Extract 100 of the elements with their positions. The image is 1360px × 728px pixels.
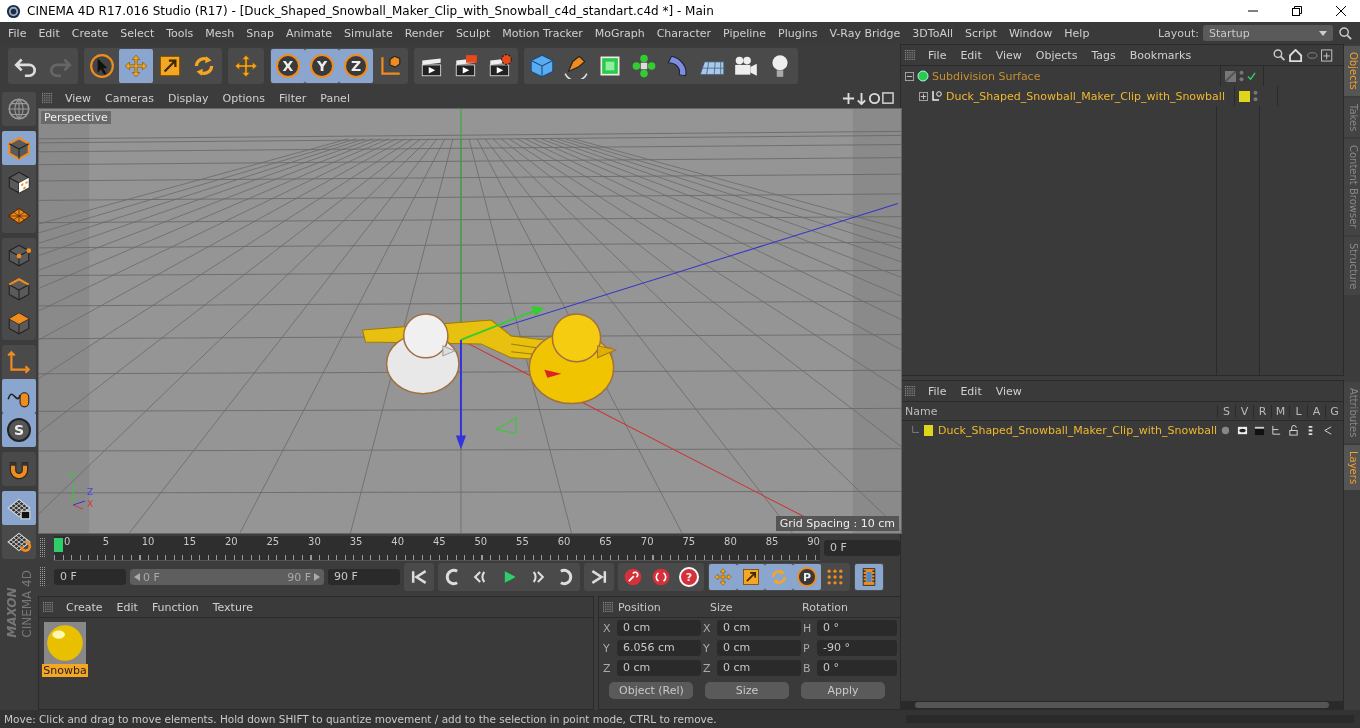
menu-item[interactable]: Function [145,599,205,615]
menu-item[interactable]: Character [650,24,717,42]
menu-item[interactable]: View [989,383,1028,399]
column-header[interactable]: V [1235,404,1253,418]
menu-item[interactable]: Pipeline [717,24,773,42]
maximize-icon[interactable] [1292,6,1302,16]
menu-item[interactable]: Edit [954,383,988,399]
menu-item[interactable]: View [59,90,98,106]
menu-item[interactable]: Panel [314,90,356,106]
axis-lock-button[interactable]: X [271,49,305,83]
menu-item[interactable]: Bookmarks [1123,47,1198,63]
tweak-button[interactable] [2,379,36,413]
column-header[interactable]: G [1325,404,1343,418]
menu-item[interactable]: Tools [160,24,200,42]
right-arrow-icon[interactable] [314,573,320,581]
menu-item[interactable]: Window [1002,24,1059,42]
menu-item[interactable]: Edit [954,47,988,63]
menu-item[interactable]: Edit [110,599,144,615]
menu-item[interactable]: Render [398,24,450,42]
column-header[interactable]: R [1253,404,1271,418]
menu-item[interactable]: Create [65,24,115,42]
key-parameter-button[interactable]: P [793,564,821,590]
lock-workplane-button[interactable] [2,491,36,525]
material-preview[interactable] [44,622,86,664]
apply-button[interactable]: Apply [801,682,885,699]
close-icon[interactable] [1336,6,1346,16]
solo-dot-icon[interactable] [1220,424,1231,436]
coordinate-field[interactable]: 0 cm [617,620,701,636]
menu-item[interactable]: Motion Tracker [496,24,589,42]
menu-item[interactable]: Tags [1085,47,1122,63]
menu-item[interactable]: V-Ray Bridge [823,24,907,42]
menu-item[interactable]: MoGraph [588,24,651,42]
coordinate-field[interactable]: 0 cm [717,620,801,636]
object-name[interactable]: Subdivision Surface [932,69,1041,83]
material-name[interactable]: Snowba [42,664,88,677]
column-header[interactable]: S [1217,404,1235,418]
menu-item[interactable]: Edit [32,24,66,42]
end-frame-field[interactable]: 90 F [328,569,400,585]
column-header[interactable]: L [1289,404,1307,418]
eye-icon[interactable] [1237,424,1248,436]
menu-item[interactable]: Select [114,24,161,42]
layer-name[interactable]: Duck_Shaped_Snowball_Maker_Clip_with_Snowball [938,423,1217,437]
start-frame-field[interactable]: 0 F [54,569,126,585]
layer-color-swatch[interactable] [924,424,934,436]
panel-grip-icon[interactable] [603,601,614,613]
axis-lock-button[interactable]: Z [339,49,373,83]
size-mode-dropdown[interactable]: Size [705,682,789,699]
playhead[interactable] [54,537,63,552]
panel-grip-icon[interactable] [43,601,54,613]
coordinate-field[interactable]: 0 cm [717,660,801,676]
menu-item[interactable]: File [2,24,33,42]
timeline-window-button[interactable] [855,564,883,590]
coordinate-field[interactable]: -90 ° [817,640,897,656]
coordinate-field[interactable]: 0 cm [717,640,801,656]
3d-viewport[interactable]: Perspective Grid Spacing : 10 cm Y Z X [38,108,902,534]
menu-item[interactable]: Script [959,24,1003,42]
menu-item[interactable]: 3DToAll [906,24,959,42]
panel-grip-icon[interactable] [42,92,53,104]
current-frame-field[interactable]: 0 F [824,540,900,556]
object-name[interactable]: Duck_Shaped_Snowball_Maker_Clip_with_Snowball [946,89,1225,103]
menu-item[interactable]: View [989,47,1028,63]
column-header[interactable]: M [1271,404,1289,418]
menu-item[interactable]: Objects [1029,47,1084,63]
expand-icon[interactable] [919,91,928,101]
column-header[interactable]: Name [901,404,1217,418]
menu-item[interactable]: Filter [273,90,313,106]
menu-item[interactable]: Cameras [99,90,160,106]
coordinate-mode-dropdown[interactable]: Object (Rel) [609,682,693,699]
clapper-icon[interactable] [1254,424,1265,436]
horizontal-scrollbar[interactable] [901,701,1343,709]
manager-tools-icon[interactable] [1271,48,1335,62]
search-icon[interactable] [1339,26,1352,40]
menu-item[interactable]: Options [216,90,271,106]
timeline-ruler[interactable]: 0 5 10 15 20 25 30 35 40 45 50 55 60 65 70 75 80 85 90 [54,535,820,561]
column-header[interactable]: A [1307,404,1325,418]
menu-item[interactable]: Mesh [199,24,241,42]
coordinate-field[interactable]: 0 cm [617,660,701,676]
solo-button[interactable]: S [2,413,36,447]
view-navigation-icon[interactable] [840,91,896,105]
checkmark-icon[interactable] [1247,71,1256,81]
menu-item[interactable]: Plugins [772,24,824,42]
menu-item[interactable]: Create [60,599,109,615]
coordinate-field[interactable]: 6.056 cm [617,640,701,656]
panel-grip-icon[interactable] [40,538,46,558]
menu-item[interactable]: Display [162,90,215,106]
visibility-dots-icon[interactable] [1253,90,1258,102]
menu-item[interactable]: Simulate [338,24,399,42]
coordinate-field[interactable]: 0 ° [817,620,897,636]
unlocked-icon[interactable] [1288,424,1299,436]
menu-item[interactable]: Texture [206,599,259,615]
model-button[interactable] [2,131,36,165]
layout-dropdown[interactable]: Startup [1203,25,1333,41]
panel-grip-icon[interactable] [905,49,916,61]
menu-item[interactable]: Animate [280,24,339,42]
visibility-dots-icon[interactable] [1239,70,1244,82]
axis-lock-button[interactable]: Y [305,49,339,83]
menu-item[interactable]: Sculpt [449,24,497,42]
side-tab[interactable]: Layers [1344,445,1360,491]
left-arrow-icon[interactable] [134,573,140,581]
menu-item[interactable]: Snap [240,24,280,42]
